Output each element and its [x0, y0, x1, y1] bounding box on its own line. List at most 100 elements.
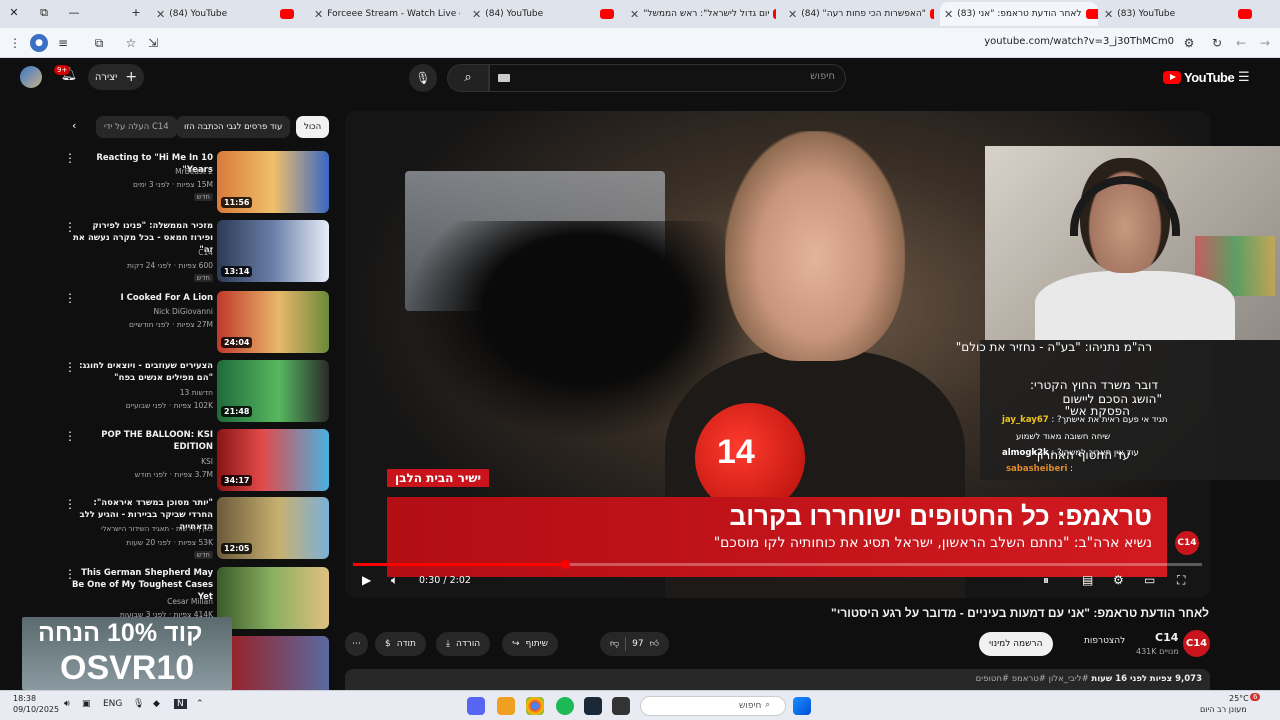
avatar[interactable] [20, 66, 42, 88]
minimize-window-button[interactable]: — [64, 4, 84, 22]
windows-start-icon[interactable] [793, 697, 811, 715]
related-video-item[interactable]: 24:04 I Cooked For A Lion Nick DiGiovann… [60, 291, 330, 353]
forward-icon[interactable]: → [1256, 34, 1274, 52]
restore-window-button[interactable]: ⧉ [34, 4, 54, 22]
channel-name[interactable]: Nick DiGiovanni [153, 307, 213, 316]
microphone-icon[interactable]: 🎙︎ [409, 64, 437, 92]
install-icon[interactable]: ⇲ [144, 34, 162, 52]
profile-icon[interactable]: ● [30, 34, 48, 52]
thanks-button[interactable]: $ תודה [375, 632, 426, 656]
url-field[interactable]: youtube.com/watch?v=3_j30ThMCm0 [984, 36, 1174, 47]
description-box[interactable]: 9,073 צפיות לפני 16 שעות #ליבי_אלון #טרא… [345, 669, 1210, 691]
theater-mode-icon[interactable]: ▭ [1144, 573, 1155, 587]
speaker-icon[interactable]: 🔊︎ [64, 699, 70, 709]
volume-icon[interactable]: 🔈︎ [391, 573, 398, 588]
more-options-icon[interactable]: ⋮ [64, 567, 76, 581]
close-icon[interactable]: ✕ [472, 8, 481, 21]
spotify-icon[interactable] [556, 697, 574, 715]
microphone-icon[interactable]: 🎙︎ [133, 699, 144, 709]
hashtags[interactable]: #ליבי_אלון #טראמפ #חטופים [976, 674, 1089, 684]
weather-temp[interactable]: 25°C [1229, 694, 1249, 703]
taskbar-date[interactable]: 09/10/2025 [13, 705, 59, 714]
video-title[interactable]: הצעירים שעוזבים - ויוצאים לחוגג: "הם מפי… [68, 360, 213, 384]
play-icon[interactable]: ▶ [362, 573, 371, 587]
tab[interactable]: ✕ Forceee Stream - Watch Live o [310, 2, 460, 26]
more-actions-button[interactable]: ⋯ [345, 632, 368, 656]
like-icon[interactable]: 👍︎ [650, 632, 659, 656]
channel-name[interactable]: KSI [201, 457, 213, 466]
channel-avatar[interactable]: C14 [1183, 630, 1210, 657]
language-indicator[interactable]: ENG [103, 699, 122, 709]
star-icon[interactable]: ☆ [122, 34, 140, 52]
join-button[interactable]: להצטרפות [1084, 636, 1125, 646]
video-title[interactable]: I Cooked For A Lion [68, 292, 213, 304]
chip[interactable]: עוד פרסים לגבי הכתבה הזו [176, 116, 291, 138]
related-video-item[interactable]: 21:48 הצעירים שעוזבים - ויוצאים לחוגג: "… [60, 360, 330, 422]
search-button[interactable]: ⌕ [447, 64, 489, 92]
taskbar-time[interactable]: 18:38 [13, 694, 36, 703]
menu-icon[interactable]: ⋮ [6, 34, 24, 52]
close-icon[interactable]: ✕ [944, 8, 953, 21]
network-icon[interactable]: ▣ [82, 699, 91, 709]
taskbar-search[interactable]: ⌕ חיפוש [640, 696, 786, 716]
video-title[interactable]: POP THE BALLOON: KSI EDITION [68, 429, 213, 453]
hamburger-menu-icon[interactable]: ☰ [1238, 70, 1252, 85]
new-tab-button[interactable]: + [126, 4, 146, 22]
chrome-icon[interactable] [526, 697, 544, 715]
youtube-logo[interactable]: YouTube [1163, 68, 1235, 86]
more-options-icon[interactable]: ⋮ [64, 360, 76, 374]
discord-icon[interactable] [467, 697, 485, 715]
progress-bar[interactable] [353, 560, 1202, 569]
video-thumbnail[interactable] [217, 567, 329, 629]
close-icon[interactable]: ✕ [1104, 8, 1113, 21]
subtitles-icon[interactable]: ▤ [1082, 573, 1093, 587]
app-tray-icon[interactable]: ◆ [153, 699, 160, 709]
tab[interactable]: ✕ (83) YouTube [1100, 2, 1256, 26]
channel-name[interactable]: Cesar Millan [167, 597, 213, 606]
chip-selected[interactable]: הכול [296, 116, 330, 138]
related-video-item[interactable]: 34:17 POP THE BALLOON: KSI EDITION KSI 3… [60, 429, 330, 491]
chip[interactable]: העלה על ידי C14 [96, 116, 177, 138]
related-video-item[interactable]: 13:14 מזכיר הממשלה: "פנינו לפירוק ופירוז… [60, 220, 330, 282]
share-button[interactable]: ↪ שיתוף [502, 632, 559, 656]
download-button[interactable]: ⤓ הורדה [436, 632, 491, 656]
steam-icon[interactable] [584, 697, 602, 715]
related-video-item[interactable]: 11:56 Reacting to "Hi Me In 10 Years" Mr… [60, 151, 330, 213]
tab[interactable]: ✕ (84) YouTube [468, 2, 618, 26]
extensions-icon[interactable]: ⧉ [90, 34, 108, 52]
more-options-icon[interactable]: ⋮ [64, 220, 76, 234]
keyboard-icon[interactable] [498, 74, 510, 82]
close-icon[interactable]: ✕ [788, 8, 797, 21]
chevron-left-icon[interactable]: ‹ [72, 119, 76, 132]
back-icon[interactable]: ← [1232, 34, 1250, 52]
more-options-icon[interactable]: ⋮ [64, 291, 76, 305]
app-icon[interactable] [612, 697, 630, 715]
tab[interactable]: ✕ (84) YouTube [152, 2, 298, 26]
create-button[interactable]: יצירה + [88, 64, 144, 90]
related-video-item[interactable]: 12:05 "יותר מסוכן במשרד איראסה": החרדי ש… [60, 497, 330, 559]
close-icon[interactable]: ✕ [630, 8, 639, 21]
close-window-button[interactable]: ✕ [4, 4, 24, 22]
tab-active[interactable]: ✕ (83) לאחר הודעת טראמפ: "אני [940, 2, 1098, 26]
settings-icon[interactable]: ⚙ [1113, 573, 1124, 587]
subscribe-button[interactable]: הרשמה למינוי [979, 632, 1053, 656]
app-icon[interactable] [497, 697, 515, 715]
chevron-up-icon[interactable]: ⌃ [196, 699, 204, 709]
more-options-icon[interactable]: ⋮ [64, 151, 76, 165]
tab[interactable]: ✕ "יום גדול לישראל": ראש הממשל [626, 2, 776, 26]
video-title[interactable]: מזכיר הממשלה: "פנינו לפירוק ופירוז חמאס … [68, 220, 213, 256]
playlist-icon[interactable]: ≡ [54, 34, 72, 52]
close-icon[interactable]: ✕ [156, 8, 165, 21]
reload-icon[interactable]: ↻ [1208, 34, 1226, 52]
pause-toggle-icon[interactable]: ⏸ [1043, 573, 1049, 588]
channel-name[interactable]: C14 [198, 248, 213, 257]
site-settings-icon[interactable]: ⚙ [1180, 34, 1198, 52]
more-options-icon[interactable]: ⋮ [64, 429, 76, 443]
channel-name-main[interactable]: C14 [1155, 631, 1178, 644]
fullscreen-icon[interactable]: ⛶ [1177, 573, 1185, 588]
app-tray-icon[interactable]: N [174, 699, 187, 709]
dislike-icon[interactable]: 👎︎ [610, 632, 619, 656]
search-input[interactable]: חיפוש [489, 64, 846, 92]
channel-name[interactable]: כאן | חדשות - תאגיד השידור הישראלי [101, 525, 213, 533]
video-thumbnail[interactable] [217, 636, 329, 698]
